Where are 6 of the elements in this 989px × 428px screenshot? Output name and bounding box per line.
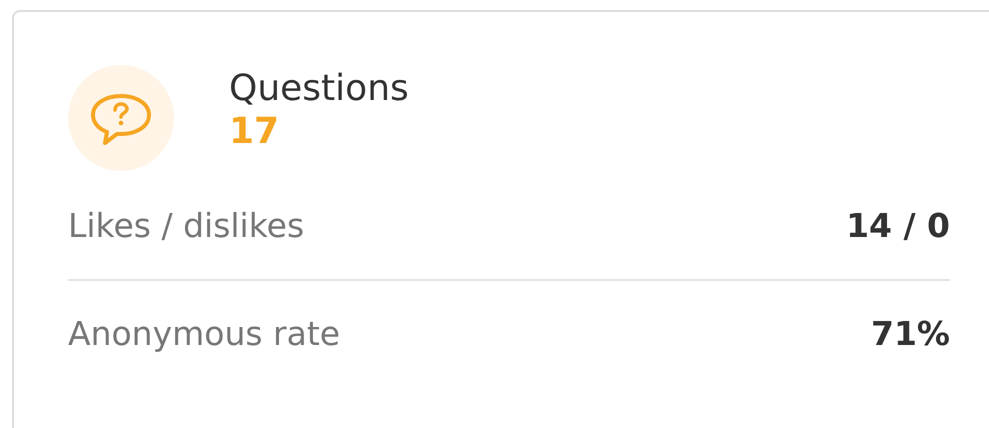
- stat-label: Likes / dislikes: [68, 206, 304, 244]
- card-title: Questions: [229, 67, 409, 111]
- stat-label: Anonymous rate: [68, 314, 340, 352]
- stat-value: 14 / 0: [846, 206, 950, 244]
- question-count: 17: [229, 111, 280, 153]
- stat-value: 71%: [871, 314, 950, 352]
